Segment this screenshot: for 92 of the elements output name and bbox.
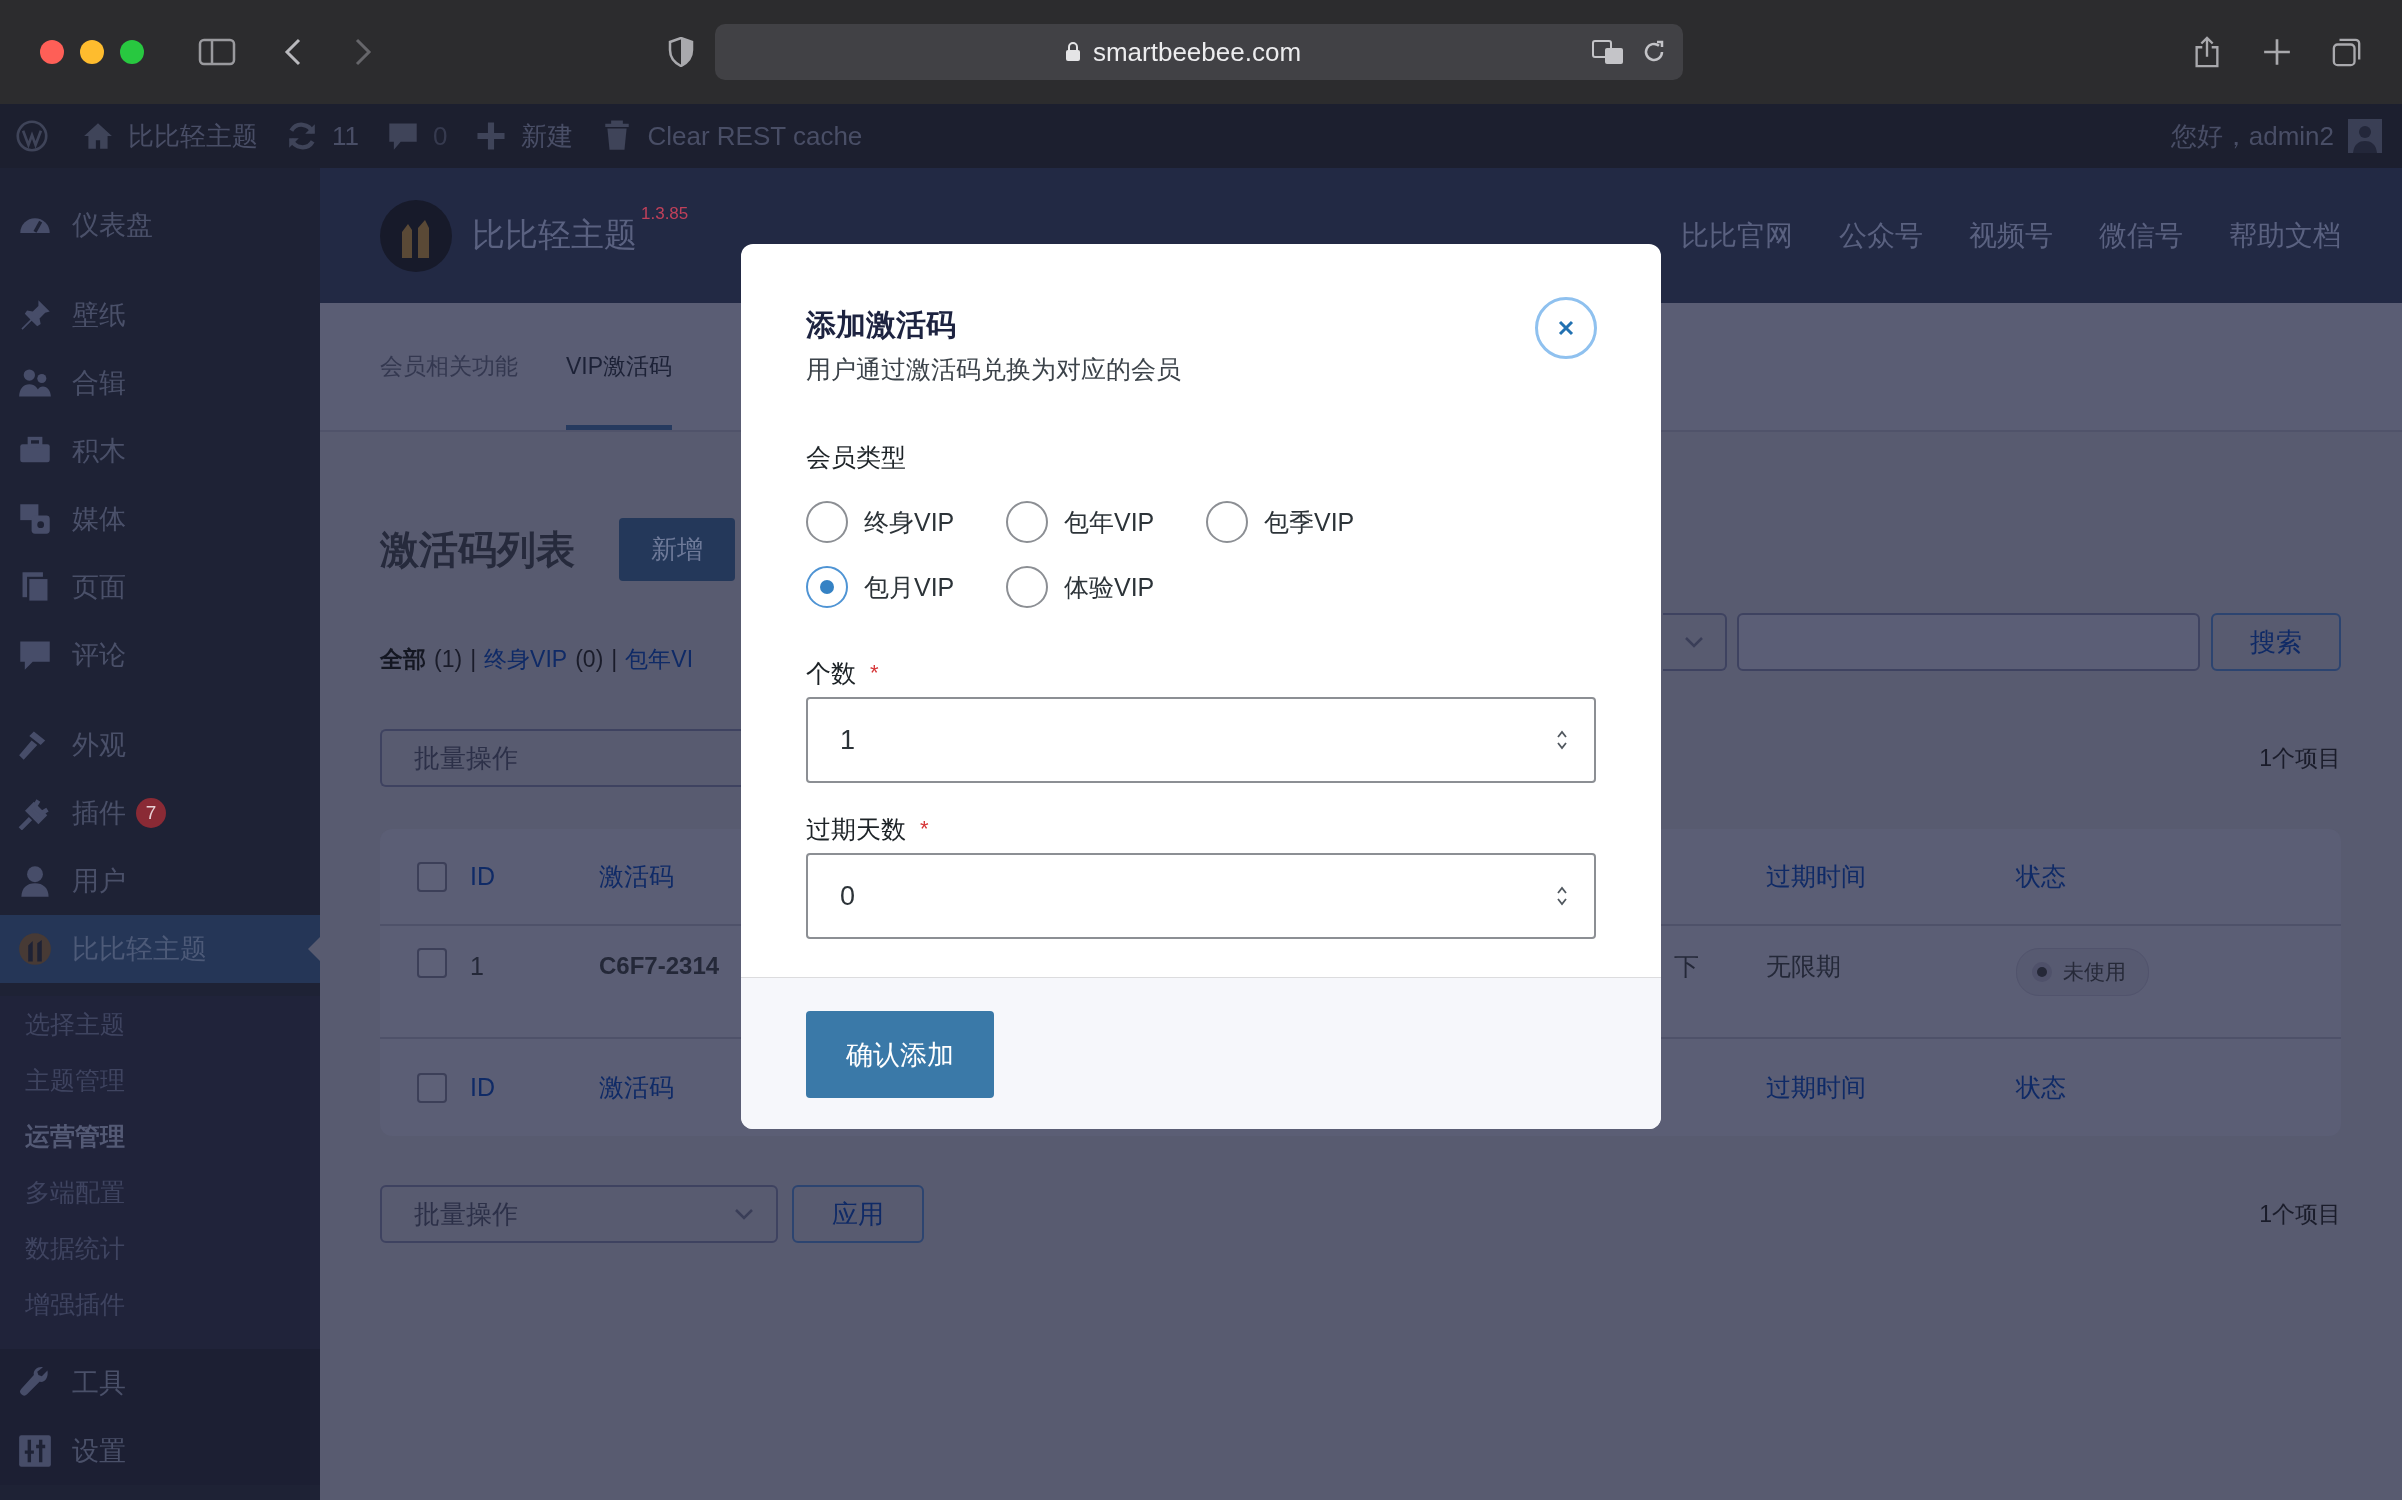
radio-button[interactable]: [806, 501, 848, 543]
address-bar[interactable]: smartbeebee.com: [715, 24, 1683, 80]
media-icon: [18, 502, 52, 536]
status-dot-icon: [2031, 961, 2053, 983]
plug-icon: [18, 796, 52, 830]
plugin-name: 比比轻主题: [472, 215, 637, 255]
forward-icon[interactable]: [353, 37, 373, 67]
spinner-icon[interactable]: [1556, 885, 1568, 907]
submenu-item[interactable]: 运营管理: [0, 1108, 320, 1164]
number-field[interactable]: 1: [806, 697, 1596, 783]
column-header[interactable]: 状态: [2016, 1073, 2066, 1101]
field-label: 过期天数: [806, 814, 906, 845]
user-icon: [18, 864, 52, 898]
filter-link[interactable]: 包年VI: [625, 643, 694, 675]
chevron-down-icon: [734, 1208, 754, 1220]
chevron-down-icon: [1684, 636, 1704, 648]
radio-button[interactable]: [1006, 501, 1048, 543]
filter-separator: |: [611, 645, 618, 673]
pushpin-icon: [18, 298, 52, 332]
logo-icon: [380, 199, 452, 272]
add-button[interactable]: 新增: [619, 518, 735, 581]
required-mark: *: [920, 816, 929, 842]
item-count: 1个项目: [2259, 743, 2341, 773]
radio-button[interactable]: [1206, 501, 1248, 543]
count-badge: 7: [136, 798, 166, 828]
table-cell: 无限期: [1766, 952, 1841, 980]
refresh-icon: [286, 120, 318, 152]
spinner-icon[interactable]: [1556, 729, 1568, 751]
number-field[interactable]: 0: [806, 853, 1596, 939]
plus-icon: [475, 120, 508, 152]
search-button[interactable]: 搜索: [2211, 613, 2341, 671]
tabs-overview-icon[interactable]: [2332, 36, 2362, 68]
status-badge: 未使用: [2016, 948, 2149, 996]
nav-link[interactable]: 公众号: [1839, 216, 1923, 255]
radio-label[interactable]: 体验VIP: [1064, 570, 1155, 604]
version-label: 1.3.85: [641, 204, 689, 224]
dialog-subtitle: 用户通过激活码兑换为对应的会员: [806, 354, 1182, 385]
nav-link[interactable]: 帮助文档: [2229, 216, 2341, 255]
apply-button[interactable]: 应用: [792, 1185, 924, 1243]
radio-label[interactable]: 终身VIP: [864, 505, 955, 539]
logo-icon: [18, 932, 52, 966]
submit-button[interactable]: 确认添加: [806, 1011, 994, 1098]
url-text: smartbeebee.com: [1092, 36, 1302, 68]
column-header[interactable]: 激活码: [599, 862, 674, 890]
column-header[interactable]: 过期时间: [1766, 1073, 1866, 1101]
shield-icon[interactable]: [668, 37, 694, 67]
filter-link[interactable]: 终身VIP: [484, 643, 568, 675]
filter-separator: |: [470, 645, 477, 673]
radio-button[interactable]: [1006, 566, 1048, 608]
item-count: 1个项目: [2259, 1199, 2341, 1229]
table-cell: C6F7-2314: [599, 952, 720, 979]
close-window-button[interactable]: [40, 40, 64, 64]
select-all-checkbox[interactable]: [417, 1072, 447, 1103]
filter-count: (1): [434, 645, 463, 673]
zoom-window-button[interactable]: [120, 40, 144, 64]
radio-label[interactable]: 包季VIP: [1264, 505, 1355, 539]
column-header[interactable]: 激活码: [599, 1073, 674, 1101]
dialog-title: 添加激活码: [806, 307, 956, 343]
radio-button[interactable]: [806, 566, 848, 608]
filter-link[interactable]: 全部: [380, 643, 426, 675]
comment-icon: [18, 638, 52, 672]
column-header[interactable]: 过期时间: [1766, 862, 1866, 890]
current-page-pointer: [308, 937, 320, 961]
nav-link[interactable]: 微信号: [2099, 216, 2183, 255]
row-checkbox[interactable]: [417, 948, 447, 978]
search-field[interactable]: [1737, 613, 2200, 671]
field-label: 会员类型: [806, 442, 907, 473]
field-label: 个数: [806, 658, 856, 689]
share-icon[interactable]: [2192, 36, 2222, 68]
translate-icon[interactable]: [1591, 38, 1625, 66]
sidebar-toggle-icon[interactable]: [198, 38, 236, 66]
radio-label[interactable]: 包月VIP: [864, 570, 955, 604]
required-mark: *: [870, 660, 879, 686]
nav-link[interactable]: 视频号: [1969, 216, 2053, 255]
filter-count: (0): [575, 645, 604, 673]
nav-link[interactable]: 比比官网: [1681, 216, 1793, 255]
back-icon[interactable]: [283, 37, 303, 67]
table-cell: 1: [470, 952, 484, 980]
table-cell: 下: [1674, 952, 1699, 980]
column-header[interactable]: 状态: [2016, 862, 2066, 890]
lock-icon: [1064, 42, 1081, 62]
column-header[interactable]: ID: [470, 1073, 495, 1101]
radio-label[interactable]: 包年VIP: [1064, 505, 1155, 539]
tab[interactable]: VIP激活码: [566, 303, 673, 430]
sliders-icon: [18, 1434, 52, 1468]
column-header[interactable]: ID: [470, 862, 495, 890]
comment-icon: [387, 120, 419, 152]
minimize-window-button[interactable]: [80, 40, 104, 64]
close-icon: [1556, 318, 1576, 338]
people-icon: [18, 366, 52, 400]
new-tab-icon[interactable]: [2262, 36, 2292, 68]
select-all-checkbox[interactable]: [417, 861, 447, 892]
